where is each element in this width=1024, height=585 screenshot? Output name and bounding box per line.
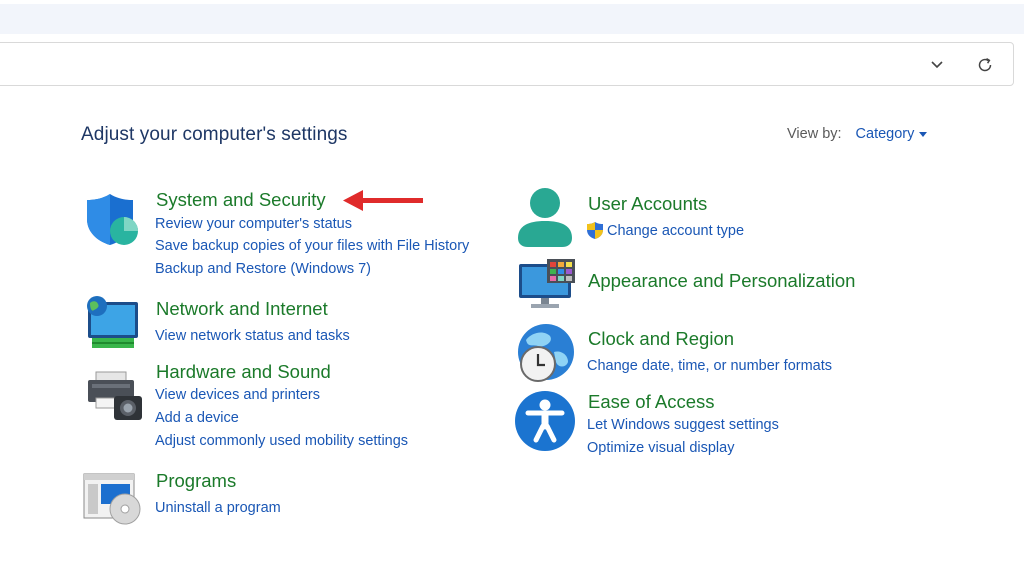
- link-suggest-settings[interactable]: Let Windows suggest settings: [587, 417, 779, 433]
- address-bar[interactable]: [0, 42, 1014, 86]
- view-by-dropdown[interactable]: Category: [856, 126, 928, 142]
- category-title-clock-region[interactable]: Clock and Region: [588, 328, 734, 350]
- caret-down-icon: [919, 131, 928, 137]
- link-backup-restore[interactable]: Backup and Restore (Windows 7): [155, 261, 371, 277]
- page-title: Adjust your computer's settings: [81, 124, 348, 145]
- link-network-status[interactable]: View network status and tasks: [155, 328, 350, 344]
- monitor-palette-icon[interactable]: [517, 258, 577, 315]
- user-icon[interactable]: [516, 186, 574, 253]
- link-file-history[interactable]: Save backup copies of your files with Fi…: [155, 238, 469, 254]
- programs-disc-icon[interactable]: [82, 472, 144, 533]
- top-band: [0, 4, 1024, 34]
- network-globe-icon[interactable]: [84, 294, 142, 357]
- category-title-user-accounts[interactable]: User Accounts: [588, 193, 707, 215]
- category-title-network-internet[interactable]: Network and Internet: [156, 298, 328, 320]
- category-title-hardware-sound[interactable]: Hardware and Sound: [156, 361, 331, 383]
- chevron-down-icon[interactable]: [925, 53, 949, 77]
- accessibility-icon[interactable]: [514, 390, 576, 457]
- view-by-value: Category: [855, 126, 915, 142]
- category-title-programs[interactable]: Programs: [156, 470, 236, 492]
- refresh-icon[interactable]: [973, 53, 997, 77]
- link-uninstall-program[interactable]: Uninstall a program: [155, 500, 281, 516]
- uac-shield-icon: [586, 221, 604, 245]
- view-by-label: View by:: [787, 126, 842, 142]
- category-title-ease-access[interactable]: Ease of Access: [588, 391, 714, 413]
- link-devices-printers[interactable]: View devices and printers: [155, 387, 320, 403]
- category-title-appearance[interactable]: Appearance and Personalization: [588, 270, 855, 292]
- shield-icon[interactable]: [84, 191, 140, 252]
- category-title-system-security[interactable]: System and Security: [156, 189, 326, 211]
- link-change-account-type[interactable]: Change account type: [607, 223, 744, 239]
- link-review-status[interactable]: Review your computer's status: [155, 216, 352, 232]
- link-date-time-formats[interactable]: Change date, time, or number formats: [587, 358, 832, 374]
- printer-camera-icon[interactable]: [86, 370, 144, 427]
- view-by: View by: Category: [787, 126, 928, 142]
- link-add-device[interactable]: Add a device: [155, 410, 239, 426]
- link-optimize-display[interactable]: Optimize visual display: [587, 440, 734, 456]
- globe-clock-icon[interactable]: [514, 322, 576, 389]
- red-arrow-icon: [343, 189, 425, 218]
- link-mobility-settings[interactable]: Adjust commonly used mobility settings: [155, 433, 408, 449]
